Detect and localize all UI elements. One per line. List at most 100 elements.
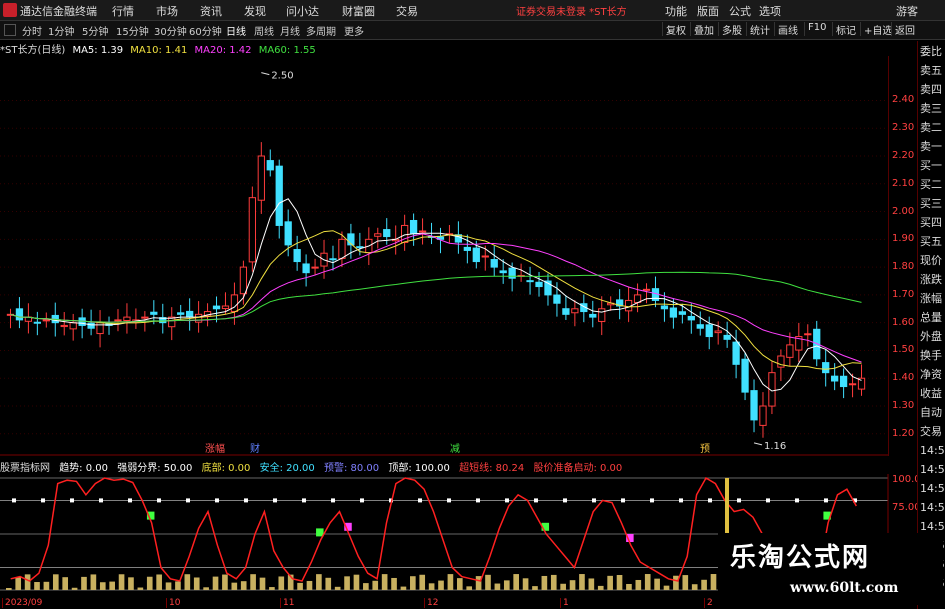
volume-bar: [541, 575, 548, 590]
price-tick-8: 1.60: [892, 316, 915, 328]
panel-label-15: 外盘: [920, 330, 942, 343]
volume-bar: [353, 574, 360, 590]
date-tick-2: 11: [280, 598, 294, 608]
volume-bar: [128, 577, 134, 590]
menu-wealth[interactable]: 财富圈: [342, 3, 375, 19]
panel-label-6: 买一: [920, 159, 942, 172]
dot: [128, 498, 132, 503]
volume-bar: [259, 577, 266, 590]
volume-bar: [231, 582, 238, 590]
tab-period-2[interactable]: 5分钟: [82, 23, 108, 38]
volume-bar: [701, 579, 707, 590]
dot: [708, 498, 712, 503]
tab-period-3[interactable]: 15分钟: [116, 23, 149, 38]
ind-divider: 强弱分界: 50.00: [117, 463, 193, 474]
ma60-label: MA60: 1.55: [258, 45, 316, 56]
btn-overlay[interactable]: 叠加: [690, 22, 717, 37]
menu-info[interactable]: 资讯: [200, 3, 222, 19]
panel-label-5: 卖一: [920, 140, 942, 153]
menu-options[interactable]: 选项: [759, 3, 781, 19]
volume-bar: [90, 574, 97, 590]
ind-short: 超短线: 80.24: [459, 463, 525, 474]
panel-label-8: 买三: [920, 197, 942, 210]
tab-period-9[interactable]: 多周期: [306, 23, 336, 38]
volume-bar: [278, 576, 285, 590]
panel-label-12: 涨跌: [920, 273, 942, 286]
volume-bar: [43, 581, 50, 590]
event-marker-1[interactable]: 财: [250, 442, 260, 455]
panel-label-23: 14:54: [920, 482, 945, 495]
watermark: 乐淘公式网 www.60lt.com: [718, 533, 943, 605]
back-icon[interactable]: [4, 24, 16, 36]
dot: [592, 498, 596, 503]
panel-label-20: 交易: [920, 425, 942, 438]
btn-adjust[interactable]: 复权: [662, 22, 689, 37]
volume-bar: [203, 587, 209, 590]
btn-f10[interactable]: F10: [804, 22, 829, 36]
price-tick-11: 1.30: [892, 400, 915, 411]
volume-bar: [522, 578, 529, 590]
volume-bar: [560, 583, 566, 590]
volume-bar: [550, 574, 557, 590]
volume-bar: [71, 587, 78, 590]
price-tick-10: 1.40: [892, 372, 915, 384]
volume-bar: [569, 580, 576, 590]
tab-period-8[interactable]: 月线: [280, 23, 300, 38]
dot: [476, 498, 480, 503]
btn-stats[interactable]: 统计: [746, 22, 773, 37]
panel-label-16: 换手: [920, 349, 942, 362]
panel-label-9: 买四: [920, 216, 942, 229]
volume-bar: [109, 581, 115, 590]
menu-layout[interactable]: 版面: [697, 3, 719, 19]
dot: [505, 498, 509, 503]
tab-period-0[interactable]: 分时: [22, 23, 42, 38]
ma-legend: *ST长方(日线) MA5: 1.39 MA10: 1.41 MA20: 1.4…: [0, 41, 320, 56]
menu-guest[interactable]: 游客: [896, 3, 918, 19]
tab-period-7[interactable]: 周线: [254, 23, 274, 38]
menu-bar: 通达信金融终端 行情 市场 资讯 发现 问小达 财富圈 交易 证券交易未登录 *…: [0, 0, 945, 21]
menu-market[interactable]: 市场: [156, 3, 178, 19]
price-tick-6: 1.80: [892, 261, 915, 273]
panel-label-13: 涨幅: [920, 292, 942, 305]
menu-trade[interactable]: 交易: [396, 3, 418, 19]
ind-launch: 股价准备启动: 0.00: [533, 463, 623, 474]
volume-bar: [325, 577, 332, 590]
volume-bar: [494, 583, 501, 590]
menu-function[interactable]: 功能: [665, 3, 687, 19]
panel-label-0: 委比: [920, 45, 942, 58]
ind-axis-0: 100.00: [892, 474, 917, 485]
volume-bar: [626, 583, 632, 590]
tab-period-6[interactable]: 日线: [226, 23, 246, 38]
candlestick-chart[interactable]: 2.50 1.16 涨幅 财 减 预: [0, 56, 917, 456]
btn-draw[interactable]: 画线: [774, 22, 801, 37]
event-marker-0[interactable]: 涨幅: [205, 442, 225, 455]
ind-top: 顶部: 100.00: [388, 463, 450, 474]
dot: [186, 498, 190, 503]
btn-return[interactable]: 返回: [891, 22, 918, 37]
volume-bar: [34, 582, 40, 590]
btn-multi[interactable]: 多股: [718, 22, 745, 37]
menu-ask[interactable]: 问小达: [286, 3, 319, 19]
tab-period-1[interactable]: 1分钟: [48, 23, 74, 38]
menu-discover[interactable]: 发现: [244, 3, 266, 19]
volume-bar: [316, 574, 322, 590]
dot: [157, 498, 161, 503]
event-marker-2[interactable]: 减: [450, 443, 460, 455]
panel-label-22: 14:54: [920, 463, 945, 476]
dot: [331, 498, 335, 503]
dot: [244, 498, 248, 503]
menu-formula[interactable]: 公式: [729, 3, 751, 19]
menu-quote[interactable]: 行情: [112, 3, 134, 19]
tab-period-5[interactable]: 60分钟: [189, 23, 222, 38]
panel-label-1: 卖五: [920, 64, 942, 77]
btn-mark[interactable]: 标记: [832, 22, 859, 37]
dot: [12, 498, 16, 503]
dot: [650, 498, 654, 503]
tab-period-10[interactable]: 更多: [344, 23, 364, 38]
indicator-name[interactable]: 股票指标网: [0, 463, 50, 474]
tab-period-4[interactable]: 30分钟: [154, 23, 187, 38]
panel-label-3: 卖三: [920, 102, 942, 115]
dot: [737, 498, 741, 503]
event-marker-3[interactable]: 预: [700, 443, 710, 455]
volume-bar: [691, 584, 698, 590]
